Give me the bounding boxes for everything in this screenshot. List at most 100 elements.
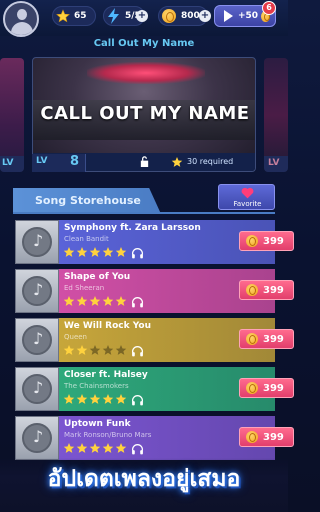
rating-star-icon xyxy=(115,345,127,355)
rating-star-icon xyxy=(63,345,75,355)
song-rating xyxy=(63,442,128,454)
avatar-head-shape xyxy=(17,9,27,20)
song-price: 399 xyxy=(263,382,284,394)
song-row[interactable]: ♪ Closer ft. Halsey The Chainsmokers 399 xyxy=(15,367,294,411)
coin-icon xyxy=(246,431,258,443)
coin-icon xyxy=(246,284,258,296)
song-title: Uptown Funk xyxy=(64,419,131,429)
rating-star-icon xyxy=(115,247,127,257)
video-reward-value: +50 xyxy=(238,11,259,21)
rating-star-icon xyxy=(63,296,75,306)
next-song-card[interactable]: LV xyxy=(264,58,288,172)
headphones-icon[interactable] xyxy=(131,296,144,308)
rating-star-icon xyxy=(115,296,127,306)
song-artist: Mark Ronson/Bruno Mars xyxy=(64,431,152,439)
song-info-panel: Closer ft. Halsey The Chainsmokers 399 xyxy=(59,367,294,411)
song-rating xyxy=(63,246,128,258)
rating-star-icon xyxy=(63,443,75,453)
favorite-button[interactable]: Favorite xyxy=(218,184,275,210)
song-rating xyxy=(63,344,128,356)
rating-star-icon xyxy=(89,247,101,257)
energy-counter: 5/5 + xyxy=(103,6,148,26)
rating-star-icon xyxy=(76,394,88,404)
song-cover: ♪ xyxy=(15,220,59,264)
song-title: Symphony ft. Zara Larsson xyxy=(64,223,201,233)
buy-song-button[interactable]: 399 xyxy=(239,280,294,300)
stars-required-text: 30 required xyxy=(187,157,234,166)
featured-level-label: LV xyxy=(36,156,48,166)
star-icon xyxy=(56,9,70,23)
song-price: 399 xyxy=(263,284,284,296)
rating-star-icon xyxy=(76,443,88,453)
notification-badge: 6 xyxy=(262,1,276,15)
avatar-body-shape xyxy=(11,22,33,35)
coin-icon xyxy=(162,9,176,23)
previous-card-level: LV xyxy=(2,158,14,168)
rating-star-icon xyxy=(102,247,114,257)
song-row[interactable]: ♪ Shape of You Ed Sheeran 399 xyxy=(15,269,294,313)
heart-icon xyxy=(241,187,254,199)
music-note-icon: ♪ xyxy=(33,329,44,348)
previous-card-footer: LV xyxy=(0,156,24,172)
song-row[interactable]: ♪ We Will Rock You Queen 399 xyxy=(15,318,294,362)
coin-icon xyxy=(246,235,258,247)
song-row[interactable]: ♪ Symphony ft. Zara Larsson Clean Bandit… xyxy=(15,220,294,264)
unlock-icon xyxy=(140,156,149,167)
next-card-footer: LV xyxy=(264,156,288,172)
stage-lights xyxy=(87,62,205,84)
buy-song-button[interactable]: 399 xyxy=(239,427,294,447)
rating-star-icon xyxy=(76,247,88,257)
song-title: We Will Rock You xyxy=(64,321,152,331)
rating-star-icon xyxy=(89,345,101,355)
song-price: 399 xyxy=(263,235,284,247)
headphones-icon[interactable] xyxy=(131,345,144,357)
song-cover: ♪ xyxy=(15,269,59,313)
next-card-level: LV xyxy=(268,158,280,168)
avatar[interactable] xyxy=(3,1,39,37)
music-note-icon: ♪ xyxy=(33,231,44,250)
tab-song-storehouse[interactable]: Song Storehouse xyxy=(13,188,161,214)
song-price: 399 xyxy=(263,431,284,443)
headphones-icon[interactable] xyxy=(131,443,144,455)
rating-star-icon xyxy=(76,345,88,355)
featured-level-box: LV 8 xyxy=(32,154,86,172)
song-artist: Clean Bandit xyxy=(64,235,109,243)
song-cover: ♪ xyxy=(15,416,59,460)
headphones-icon[interactable] xyxy=(131,247,144,259)
top-bar: 65 5/5 + 800 + +50 6 xyxy=(0,0,288,37)
song-title: Shape of You xyxy=(64,272,131,282)
rating-star-icon xyxy=(76,296,88,306)
rating-star-icon xyxy=(89,394,101,404)
featured-song-title: Call Out My Name xyxy=(93,38,195,49)
rating-star-icon xyxy=(115,394,127,404)
previous-song-card[interactable]: LV xyxy=(0,58,24,172)
song-info-panel: Shape of You Ed Sheeran 399 xyxy=(59,269,294,313)
rating-star-icon xyxy=(102,345,114,355)
song-row[interactable]: ♪ Uptown Funk Mark Ronson/Bruno Mars 399 xyxy=(15,416,294,460)
headphones-icon[interactable] xyxy=(131,394,144,406)
featured-level-number: 8 xyxy=(70,154,80,169)
song-artist: Queen xyxy=(64,333,87,341)
add-energy-button[interactable]: + xyxy=(136,10,148,22)
stars-value: 65 xyxy=(74,11,87,21)
song-artist: The Chainsmokers xyxy=(64,382,129,390)
coins-counter: 800 + xyxy=(158,6,211,26)
add-coins-button[interactable]: + xyxy=(199,10,211,22)
song-info-panel: We Will Rock You Queen 399 xyxy=(59,318,294,362)
song-rating xyxy=(63,393,128,405)
rating-star-icon xyxy=(102,394,114,404)
buy-song-button[interactable]: 399 xyxy=(239,329,294,349)
buy-song-button[interactable]: 399 xyxy=(239,231,294,251)
coins-value: 800 xyxy=(181,11,200,21)
song-storehouse-label: Song Storehouse xyxy=(35,194,141,207)
rating-star-icon xyxy=(63,247,75,257)
rating-star-icon xyxy=(89,296,101,306)
song-price: 399 xyxy=(263,333,284,345)
promo-banner-text: อัปเดตเพลงอยู่เสมอ xyxy=(47,466,241,492)
buy-song-button[interactable]: 399 xyxy=(239,378,294,398)
rating-star-icon xyxy=(63,394,75,404)
song-info-panel: Uptown Funk Mark Ronson/Bruno Mars 399 xyxy=(59,416,294,460)
featured-song-name: CALL OUT MY NAME xyxy=(40,103,250,124)
stars-counter: 65 xyxy=(52,6,96,26)
music-note-icon: ♪ xyxy=(33,280,44,299)
